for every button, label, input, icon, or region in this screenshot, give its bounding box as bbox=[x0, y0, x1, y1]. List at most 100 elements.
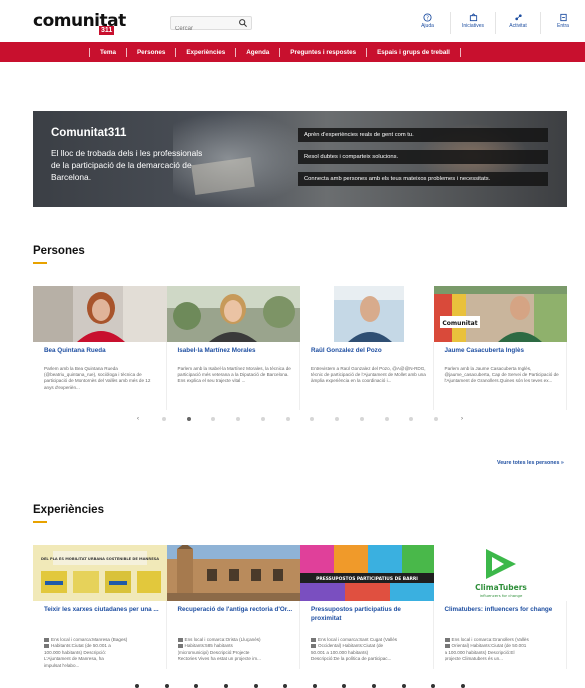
pager-dot[interactable] bbox=[260, 417, 265, 421]
help-icon: ? bbox=[423, 13, 432, 22]
pager-dot[interactable] bbox=[310, 417, 315, 421]
pager-dot[interactable] bbox=[401, 684, 406, 688]
people-icon bbox=[44, 643, 49, 648]
nav-item-agenda[interactable]: Agenda bbox=[235, 47, 279, 57]
experiencies-carousel: DEL PLA ES MOBILITAT URBANA SOSTENIBLE D… bbox=[33, 545, 567, 669]
svg-text:?: ? bbox=[426, 16, 429, 22]
meta-text: Ens local i comarca:Manresa (Bages) bbox=[51, 637, 128, 642]
meta-text: Habitants:585 habitants bbox=[184, 643, 233, 649]
person-name[interactable]: Isabel·la Martínez Morales bbox=[178, 347, 293, 355]
help-label: Ajuda bbox=[421, 23, 434, 29]
person-desc: Parlem amb la Isabel·la Martínez Morales… bbox=[177, 366, 291, 384]
nav-item-experiencies[interactable]: Experiències bbox=[175, 47, 235, 57]
activity-icon bbox=[514, 14, 522, 21]
pager-dot[interactable] bbox=[312, 684, 317, 688]
meta-text: Ens local i comarca:Orista (Lluçanès) bbox=[184, 637, 261, 642]
nav-item-persones[interactable]: Persones bbox=[125, 47, 175, 57]
person-name[interactable]: Jaume Casacuberta Inglès bbox=[445, 347, 560, 355]
experience-card[interactable]: Recuperació de l'antiga rectoria d'Or...… bbox=[166, 545, 300, 669]
pager-dot[interactable] bbox=[342, 684, 347, 688]
persones-title: Persones bbox=[33, 245, 85, 257]
search-box bbox=[170, 16, 252, 35]
pager-next-icon[interactable]: › bbox=[459, 416, 465, 422]
nav-item-preguntes[interactable]: Preguntes i respostes bbox=[279, 47, 366, 57]
hero-benefit: Connecta amb persones amb els teus matei… bbox=[298, 172, 548, 186]
pager-dot[interactable] bbox=[135, 684, 139, 688]
person-desc: Parlem amb la Bea Quintana Rueda (@beatr… bbox=[44, 366, 151, 390]
activity-label: Activitat bbox=[509, 23, 527, 29]
person-card[interactable]: Raül Gonzalez del Pozo Entrevistem a Raü… bbox=[300, 286, 434, 410]
top-header: comunitat 311 ? Ajuda Iniciatives Activi… bbox=[0, 0, 585, 42]
experience-name[interactable]: Climatubers: influencers for change bbox=[445, 605, 560, 614]
experience-name[interactable]: Pressupostos participatius de proximitat bbox=[311, 605, 426, 623]
activity-button[interactable]: Activitat bbox=[495, 12, 540, 34]
pager-dot[interactable] bbox=[359, 417, 364, 421]
experience-name[interactable]: Recuperació de l'antiga rectoria d'Or... bbox=[178, 605, 293, 614]
initiatives-icon bbox=[469, 13, 477, 22]
person-name[interactable]: Bea Quintana Rueda bbox=[44, 347, 159, 355]
experience-name[interactable]: Teixir les xarxes ciutadanes per una ... bbox=[44, 605, 159, 614]
pager-dot[interactable] bbox=[285, 417, 290, 421]
person-photo: Comunitat bbox=[433, 286, 567, 342]
pager-dot[interactable] bbox=[161, 417, 166, 421]
initiatives-button[interactable]: Iniciatives bbox=[450, 12, 495, 34]
experience-desc: Ens local i comarca:Manresa (Bages) Habi… bbox=[44, 637, 159, 669]
meta-text: Occidental) Habitants:Ciutat (de bbox=[318, 643, 384, 649]
see-all-persones-link[interactable]: Veure totes les persones » bbox=[497, 460, 564, 466]
nav-item-tema[interactable]: Tema bbox=[89, 47, 126, 57]
person-card[interactable]: Bea Quintana Rueda Parlem amb la Bea Qui… bbox=[33, 286, 167, 410]
experience-card[interactable]: DEL PLA ES MOBILITAT URBANA SOSTENIBLE D… bbox=[33, 545, 167, 669]
search-icon[interactable] bbox=[238, 18, 248, 28]
pager-dot[interactable] bbox=[372, 684, 376, 688]
experience-thumb: DEL PLA ES MOBILITAT URBANA SOSTENIBLE D… bbox=[33, 545, 167, 601]
initiatives-label: Iniciatives bbox=[462, 23, 484, 29]
experiencies-title-underline bbox=[33, 521, 47, 523]
people-icon bbox=[444, 643, 450, 648]
pager-dot[interactable] bbox=[164, 684, 169, 688]
meta-text: Descripció:De la política de participac.… bbox=[311, 656, 392, 662]
persones-title-underline bbox=[33, 262, 47, 264]
experience-card[interactable]: ClimaTubers influencers for change Clima… bbox=[433, 545, 567, 669]
pager-dot[interactable] bbox=[236, 417, 241, 421]
meta-text: Oriental) Habitants:Ciutat (de 50.001 bbox=[451, 643, 527, 649]
experience-thumb: ClimaTubers influencers for change bbox=[433, 545, 567, 601]
nav-item-espais[interactable]: Espais i grups de treball bbox=[366, 47, 461, 57]
experience-thumb bbox=[166, 545, 300, 601]
person-name[interactable]: Raül Gonzalez del Pozo bbox=[311, 347, 426, 355]
search-input[interactable] bbox=[171, 23, 237, 35]
pager-dot[interactable] bbox=[194, 684, 199, 688]
pager-dot[interactable] bbox=[283, 684, 288, 688]
pager-dot[interactable] bbox=[431, 684, 436, 688]
meta-text: impulsat l'elabo... bbox=[44, 662, 80, 668]
help-button[interactable]: ? Ajuda bbox=[405, 12, 450, 34]
login-label: Entra bbox=[557, 23, 569, 29]
pager-dot[interactable] bbox=[460, 684, 465, 688]
pager-dot[interactable] bbox=[384, 417, 389, 421]
hero-title: Comunitat311 bbox=[51, 127, 127, 139]
experience-thumb: PRESSUPOSTOS PARTICIPATIUS DE BARRI bbox=[300, 545, 434, 601]
pager-dot[interactable] bbox=[434, 417, 439, 421]
hero-text: El lloc de trobada dels i les profession… bbox=[51, 148, 203, 182]
persones-pager: ‹ › bbox=[135, 414, 465, 424]
pager-dot[interactable] bbox=[335, 417, 340, 421]
person-photo bbox=[300, 286, 434, 342]
login-button[interactable]: Entra bbox=[540, 12, 585, 34]
person-card[interactable]: Comunitat Jaume Casacuberta Inglès Parle… bbox=[433, 286, 567, 410]
experience-card[interactable]: PRESSUPOSTOS PARTICIPATIUS DE BARRI Pres… bbox=[300, 545, 434, 669]
pager-dot[interactable] bbox=[211, 417, 216, 421]
person-photo bbox=[166, 286, 300, 342]
pager-dot[interactable] bbox=[409, 417, 414, 421]
meta-text: Rectories Vives ha estat un projecte im.… bbox=[177, 656, 261, 662]
person-desc: Entrevistem a Raül Gonzalez del Pozo, @A… bbox=[311, 366, 426, 384]
poster-text: DEL PLA ES MOBILITAT URBANA SOSTENIBLE D… bbox=[41, 557, 159, 561]
place-icon bbox=[44, 637, 49, 642]
pager-prev-icon[interactable]: ‹ bbox=[135, 416, 141, 422]
pager-dot[interactable] bbox=[253, 684, 258, 688]
person-card[interactable]: Isabel·la Martínez Morales Parlem amb la… bbox=[166, 286, 300, 410]
pager-dot-active[interactable] bbox=[186, 417, 191, 421]
experiencies-pager bbox=[135, 684, 465, 688]
meta-text: Ens local i comarca:Sant Cugat (Vallès bbox=[318, 637, 398, 642]
person-desc: Parlem amb la Jaume Casacuberta Inglès, … bbox=[444, 366, 559, 384]
climatubers-tagline: influencers for change bbox=[479, 593, 522, 598]
pager-dot[interactable] bbox=[223, 684, 228, 688]
